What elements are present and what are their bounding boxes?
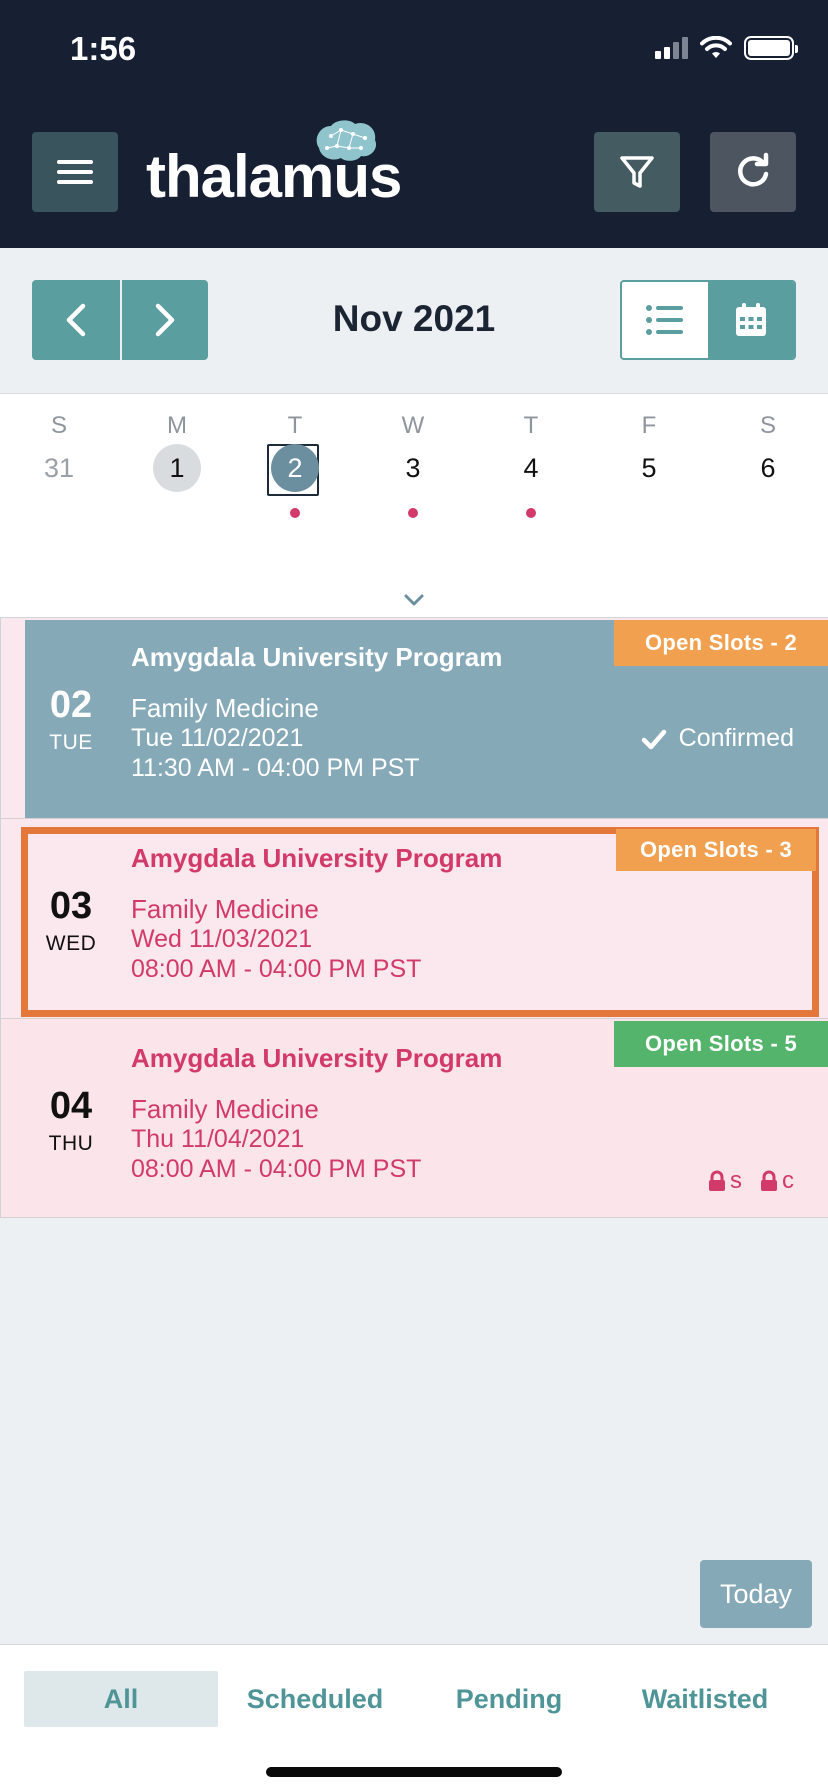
logo-wordmark: thalamus <box>146 143 402 210</box>
confirmed-status: Confirmed <box>641 724 794 753</box>
event-time: 08:00 AM - 04:00 PM PST <box>131 955 422 983</box>
next-month-button[interactable] <box>120 280 208 360</box>
event-day-number: 03 <box>49 885 93 927</box>
day-of-week-label: S <box>50 412 67 439</box>
lock-indicators: s c <box>708 1167 794 1195</box>
month-title: Nov 2021 <box>332 298 496 339</box>
view-toggle <box>620 280 796 360</box>
filter-icon <box>620 156 654 188</box>
lock-s: s <box>708 1167 742 1195</box>
list-icon <box>646 305 683 335</box>
event-program: Amygdala University Program <box>131 1043 503 1073</box>
event-day-abbr: THU <box>48 1132 94 1155</box>
event-date-block: 02 TUE <box>29 684 113 755</box>
event-day-abbr: TUE <box>49 731 93 754</box>
calendar-view-button[interactable] <box>708 282 794 358</box>
event-details: Amygdala University Program Family Medic… <box>131 1043 502 1184</box>
day-number-selected: 2 <box>271 444 319 492</box>
event-day-number: 02 <box>49 684 93 726</box>
refresh-icon <box>738 152 769 187</box>
event-date: Wed 11/03/2021 <box>131 925 313 953</box>
event-date-block: 04 THU <box>29 1085 113 1156</box>
lock-icon <box>709 1170 725 1191</box>
event-program: Amygdala University Program <box>131 642 503 672</box>
checkmark-icon <box>641 729 666 749</box>
event-time: 08:00 AM - 04:00 PM PST <box>131 1155 422 1183</box>
event-indicator-dot <box>526 508 536 518</box>
bottom-tab-bar: All Scheduled Pending Waitlisted <box>0 1644 828 1792</box>
status-time: 1:56 <box>70 30 137 67</box>
wifi-icon <box>700 36 732 58</box>
hamburger-icon <box>57 160 93 184</box>
lock-icon <box>761 1170 777 1191</box>
home-indicator <box>266 1767 562 1777</box>
event-specialty: Family Medicine <box>131 894 319 924</box>
today-button[interactable]: Today <box>700 1560 812 1628</box>
day-number: 4 <box>523 453 539 483</box>
tab-pending[interactable]: Pending <box>412 1671 606 1727</box>
month-nav-buttons <box>32 280 208 360</box>
event-date: Thu 11/04/2021 <box>131 1125 305 1153</box>
day-number: 5 <box>641 453 657 483</box>
lock-c: c <box>760 1167 794 1195</box>
battery-icon <box>744 36 798 60</box>
tab-scheduled[interactable]: Scheduled <box>218 1671 412 1727</box>
day-of-week-label: F <box>641 412 657 439</box>
calendar-icon <box>736 303 766 336</box>
day-of-week-label: M <box>167 412 187 439</box>
menu-button[interactable] <box>32 132 118 212</box>
event-day-abbr: WED <box>45 932 97 955</box>
event-time: 11:30 AM - 04:00 PM PST <box>131 754 420 782</box>
event-specialty: Family Medicine <box>131 1094 319 1124</box>
event-indicator-dot <box>290 508 300 518</box>
tab-all[interactable]: All <box>24 1671 218 1727</box>
day-number: 3 <box>405 453 421 483</box>
expand-calendar-chevron-icon[interactable] <box>402 592 426 608</box>
event-day-number: 04 <box>49 1085 93 1127</box>
status-icons <box>655 36 798 60</box>
app-header: 1:56 thalamus <box>0 0 828 248</box>
month-navigation: Nov 2021 <box>0 248 828 394</box>
event-date-block: 03 WED <box>29 885 113 956</box>
event-details: Amygdala University Program Family Medic… <box>131 642 502 783</box>
lock-label: c <box>782 1167 794 1194</box>
event-card[interactable]: 03 WED Amygdala University Program Famil… <box>0 818 828 1018</box>
week-strip: S 31 M 1 T 2 W 3 T 4 F 5 S 6 <box>0 394 828 618</box>
lock-label: s <box>730 1167 742 1194</box>
open-slots-badge: Open Slots - 5 <box>614 1021 828 1067</box>
day-number: 31 <box>43 453 75 483</box>
event-details: Amygdala University Program Family Medic… <box>131 843 502 984</box>
day-number-today: 1 <box>153 444 201 492</box>
thalamus-logo: thalamus <box>146 112 406 212</box>
tab-waitlisted[interactable]: Waitlisted <box>606 1671 804 1727</box>
event-specialty: Family Medicine <box>131 693 319 723</box>
open-slots-badge: Open Slots - 3 <box>616 829 816 871</box>
previous-month-button[interactable] <box>32 280 120 360</box>
chevron-left-icon <box>66 303 86 337</box>
confirmed-status-label: Confirmed <box>678 724 794 752</box>
day-of-week-label: T <box>523 412 539 439</box>
day-of-week-label: S <box>759 412 776 439</box>
cellular-signal-icon <box>655 37 688 59</box>
event-indicator-dot <box>408 508 418 518</box>
refresh-button[interactable] <box>710 132 796 212</box>
event-program: Amygdala University Program <box>131 843 503 873</box>
day-of-week-label: W <box>401 412 425 439</box>
event-date: Tue 11/02/2021 <box>131 724 304 752</box>
day-number: 6 <box>760 453 776 483</box>
list-view-button[interactable] <box>622 282 708 358</box>
day-of-week-label: T <box>287 412 303 439</box>
event-card[interactable]: 02 TUE Amygdala University Program Famil… <box>0 618 828 818</box>
event-card[interactable]: 04 THU Amygdala University Program Famil… <box>0 1018 828 1218</box>
filter-button[interactable] <box>594 132 680 212</box>
open-slots-badge: Open Slots - 2 <box>614 620 828 666</box>
chevron-right-icon <box>155 303 175 337</box>
